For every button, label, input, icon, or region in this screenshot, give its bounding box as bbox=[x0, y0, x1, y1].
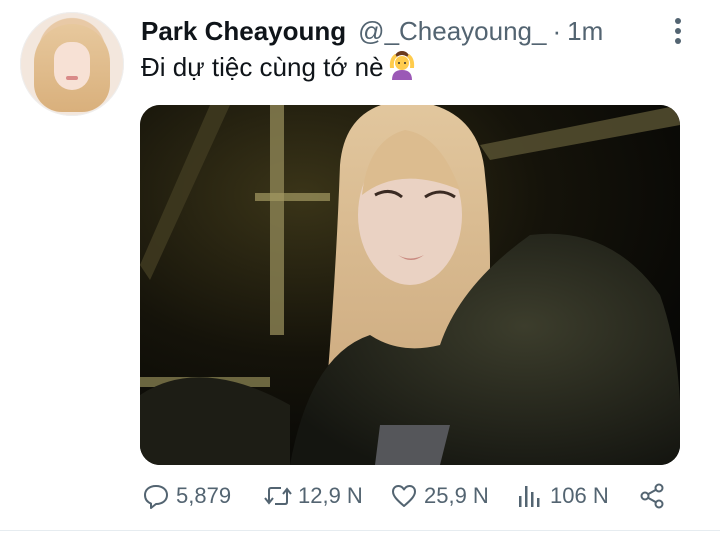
tweet[interactable]: Park Cheayoung @_Cheayoung_ · 1m Đi dự t… bbox=[0, 0, 720, 530]
author-name[interactable]: Park Cheayoung bbox=[141, 16, 346, 47]
photo-illustration bbox=[140, 105, 680, 465]
more-options-icon[interactable] bbox=[670, 14, 686, 48]
reply-icon bbox=[144, 485, 168, 509]
share-icon bbox=[640, 483, 664, 509]
avatar-face bbox=[54, 42, 90, 90]
retweet-icon bbox=[264, 487, 292, 505]
tweet-text-row: Đi dự tiệc cùng tớ nè bbox=[141, 48, 418, 87]
tweet-divider bbox=[0, 530, 720, 531]
retweet-count: 12,9 N bbox=[298, 483, 363, 508]
reply-count: 5,879 bbox=[176, 483, 232, 508]
tweet-time[interactable]: 1m bbox=[567, 16, 603, 47]
views-bar-chart-icon bbox=[519, 486, 540, 507]
author-handle[interactable]: @_Cheayoung_ bbox=[358, 16, 546, 47]
avatar-lips bbox=[66, 76, 78, 80]
tweet-header: Park Cheayoung @_Cheayoung_ · 1m bbox=[141, 14, 603, 48]
like-button[interactable]: 25,9 N bbox=[390, 478, 489, 514]
tweet-actions: 5,879 12,9 N 25,9 N 106 N bbox=[140, 478, 700, 514]
avatar[interactable] bbox=[20, 12, 124, 116]
reply-button[interactable]: 5,879 bbox=[142, 478, 231, 514]
like-count: 25,9 N bbox=[424, 483, 489, 508]
views-count: 106 N bbox=[550, 483, 609, 508]
tweet-text: Đi dự tiệc cùng tớ nè bbox=[141, 52, 384, 82]
heart-icon bbox=[392, 485, 416, 507]
retweet-button[interactable]: 12,9 N bbox=[264, 478, 363, 514]
share-button[interactable] bbox=[638, 478, 666, 514]
separator-dot: · bbox=[552, 15, 562, 46]
gesture-ok-emoji-icon bbox=[386, 48, 418, 87]
views-button[interactable]: 106 N bbox=[516, 478, 609, 514]
tweet-photo[interactable] bbox=[140, 105, 680, 465]
